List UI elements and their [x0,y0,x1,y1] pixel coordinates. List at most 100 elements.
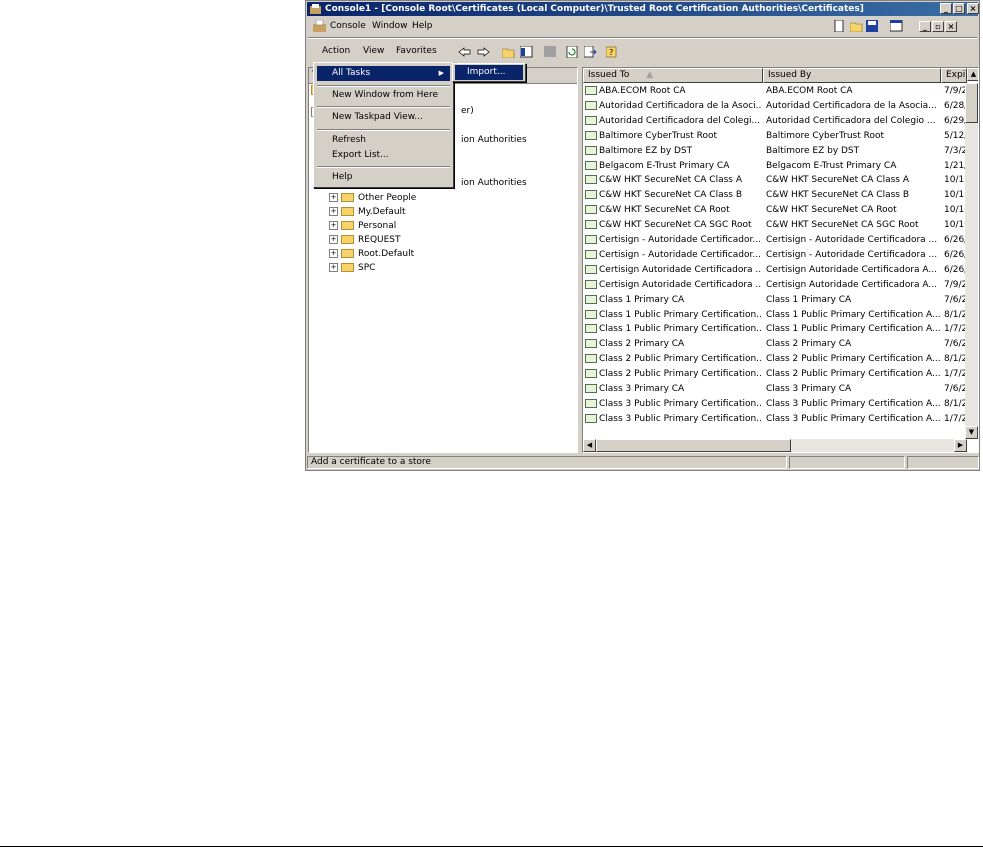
menu-window[interactable]: Window [372,21,408,31]
menu-item-import[interactable]: Import... [455,65,523,80]
expand-plus-icon[interactable]: + [329,263,338,272]
tree-item-personal[interactable]: + Personal [329,220,396,233]
certificate-icon [585,354,597,364]
menu-item-new-window[interactable]: New Window from Here [317,88,450,103]
menu-console[interactable]: Console [330,21,366,31]
tree-item-spc[interactable]: + SPC [329,262,375,275]
tree-item-my-default[interactable]: + My.Default [329,206,406,219]
cell-issued-to: Class 3 Primary CA [585,382,761,396]
menu-favorites[interactable]: Favorites [396,46,437,56]
tree-partial-label: er) [461,106,474,116]
tree-partial-label: ion Authorities [461,178,527,188]
close-icon[interactable]: × [967,3,979,14]
table-row[interactable]: Autoridad Certificadora de la Asoci... Au… [583,99,968,113]
svg-text:?: ? [609,48,613,57]
table-row[interactable]: Baltimore EZ by DST Baltimore EZ by DST 7/… [583,144,968,158]
child-minimize-icon[interactable]: _ [919,21,931,32]
cell-issued-by: Class 1 Primary CA [766,294,852,305]
table-row[interactable]: Class 2 Public Primary Certification... C… [583,367,968,381]
table-row[interactable]: Class 1 Primary CA Class 1 Primary CA 7/6/… [583,293,968,307]
certificate-icon [585,190,597,200]
back-icon[interactable] [458,46,471,58]
help-icon[interactable]: ? [606,46,619,58]
menu-item-all-tasks[interactable]: All Tasks ▶ [317,66,450,81]
menu-item-help[interactable]: Help [317,170,450,185]
table-row[interactable]: C&W HKT SecureNet CA Root C&W HKT SecureN… [583,203,968,217]
tree-item-request[interactable]: + REQUEST [329,234,401,247]
expand-plus-icon[interactable]: + [329,249,338,258]
table-row[interactable]: C&W HKT SecureNet CA SGC Root C&W HKT Sec… [583,218,968,232]
table-row[interactable]: ABA.ECOM Root CA ABA.ECOM Root CA 7/9/2 [583,84,968,98]
expand-plus-icon[interactable]: + [329,207,338,216]
child-close-icon[interactable]: × [945,21,957,32]
export-icon[interactable] [584,46,597,58]
table-row[interactable]: Autoridad Certificadora del Colegi... Aut… [583,114,968,128]
menubar-divider [308,37,977,39]
table-row[interactable]: Class 2 Primary CA Class 2 Primary CA 7/6/… [583,337,968,351]
column-issued-by[interactable]: Issued By [763,68,941,83]
tree-item-root-default[interactable]: + Root.Default [329,248,414,261]
table-row[interactable]: Baltimore CyberTrust Root Baltimore Cyber… [583,129,968,143]
child-restore-icon[interactable]: ▫ [932,21,944,32]
table-row[interactable]: Class 3 Public Primary Certification... C… [583,412,968,426]
table-row[interactable]: Class 1 Public Primary Certification... C… [583,322,968,336]
certificate-list[interactable]: Issued To ▲ Issued By Expir. ▲ ABA.ECOM … [582,67,979,453]
table-row[interactable]: Class 2 Public Primary Certification... C… [583,352,968,366]
scroll-up-icon[interactable]: ▲ [967,68,978,81]
table-row[interactable]: Belgacom E-Trust Primary CA Belgacom E-Tr… [583,159,968,173]
menu-action[interactable]: Action [322,46,350,56]
table-row[interactable]: Class 3 Public Primary Certification... C… [583,397,968,411]
certificate-icon [585,324,597,334]
menu-view[interactable]: View [363,46,384,56]
action-toolbar: Action View Favorites ? [308,41,977,63]
minimize-icon[interactable]: _ [940,3,952,14]
table-row[interactable]: Certisign - Autoridade Certificador... Ce… [583,248,968,262]
cell-issued-by: C&W HKT SecureNet CA Class A [766,175,909,186]
vertical-scrollbar[interactable]: ▼ [965,83,978,439]
folder-icon [341,221,354,230]
tree-item-other-people[interactable]: + Other People [329,192,416,205]
menu-item-export-list[interactable]: Export List... [317,148,450,163]
certificate-icon [585,413,597,423]
hscroll-thumb[interactable] [596,439,791,452]
table-row[interactable]: C&W HKT SecureNet CA Class B C&W HKT Secu… [583,188,968,202]
forward-icon[interactable] [477,46,490,58]
show-tree-icon[interactable] [520,46,533,58]
certificate-icon [585,398,597,408]
window-layout-icon[interactable] [890,20,903,32]
action-context-menu: All Tasks ▶ New Window from Here New Tas… [313,62,454,188]
cell-issued-to: Autoridad Certificadora del Colegi... [585,114,761,128]
cell-issued-by: Class 3 Primary CA [766,384,852,394]
expand-plus-icon[interactable]: + [329,221,338,230]
scroll-left-icon[interactable]: ◀ [583,439,596,452]
save-icon[interactable] [866,20,879,32]
table-row[interactable]: Class 1 Public Primary Certification... C… [583,308,968,322]
properties-icon[interactable] [544,46,557,58]
open-icon[interactable] [850,20,863,32]
cell-issued-by: Certisign - Autoridade Certificadora ... [766,235,938,245]
title-bar[interactable]: Console1 - [Console Root\Certificates (L… [307,2,979,16]
maximize-icon[interactable]: □ [953,3,965,14]
expand-plus-icon[interactable]: + [329,235,338,244]
table-row[interactable]: Certisign - Autoridade Certificador... Ce… [583,233,968,247]
table-row[interactable]: Class 3 Primary CA Class 3 Primary CA 7/6/… [583,382,968,396]
menu-item-refresh[interactable]: Refresh [317,133,450,148]
up-icon[interactable] [502,46,515,58]
new-icon[interactable] [833,20,846,32]
menu-help[interactable]: Help [412,21,433,31]
column-issued-to[interactable]: Issued To ▲ [583,68,763,83]
cell-issued-to: Class 2 Primary CA [585,337,761,351]
column-expiration[interactable]: Expir. [941,68,967,83]
horizontal-scrollbar[interactable]: ◀ ▶ [583,439,967,452]
table-row[interactable]: Certisign Autoridade Certificadora ... Ce… [583,278,968,292]
menu-item-new-taskpad[interactable]: New Taskpad View... [317,110,450,125]
menu-divider [317,85,450,87]
table-row[interactable]: C&W HKT SecureNet CA Class A C&W HKT Secu… [583,173,968,187]
table-row[interactable]: Certisign Autoridade Certificadora ... Ce… [583,263,968,277]
refresh-icon[interactable] [566,46,579,58]
scroll-thumb[interactable] [965,83,978,123]
app-menu-bar: Console Window Help _ ▫ × [308,18,977,35]
expand-plus-icon[interactable]: + [329,193,338,202]
scroll-right-icon[interactable]: ▶ [954,439,967,452]
scroll-down-icon[interactable]: ▼ [965,426,978,439]
